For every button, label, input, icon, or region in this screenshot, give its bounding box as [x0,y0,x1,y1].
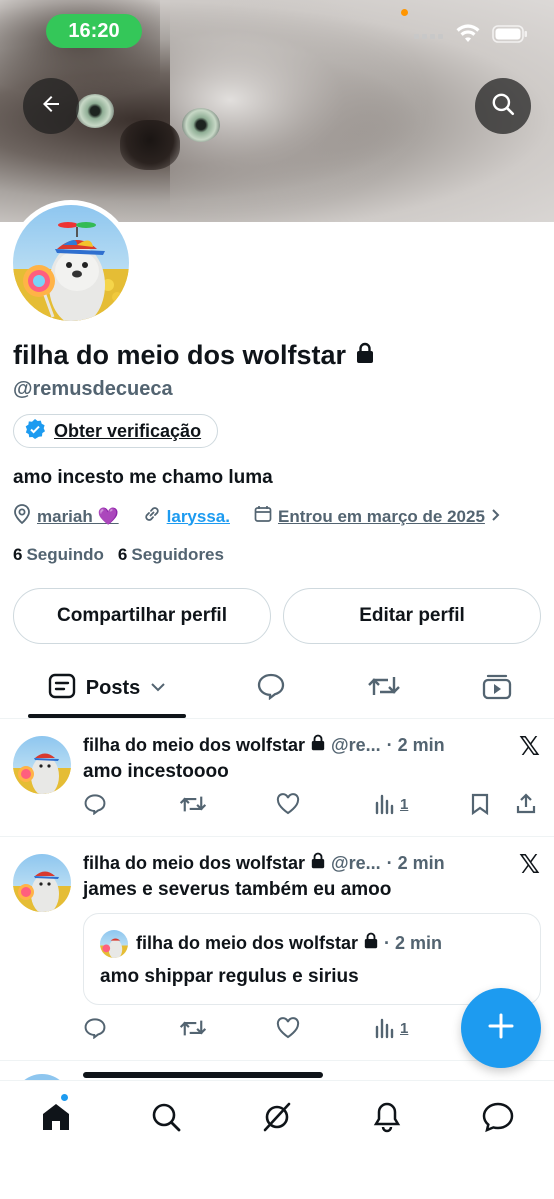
quoted-timestamp: · 2 min [384,932,443,953]
location-pin-icon [13,504,31,529]
battery-icon [492,25,528,48]
cat-nose [120,120,180,170]
tab-replies[interactable] [246,660,296,716]
x-logo-icon: 𝕏 [519,731,540,761]
post-timestamp[interactable]: · 2 min [387,735,445,756]
views-count: 1 [400,795,409,813]
post-author-avatar[interactable] [13,854,71,912]
bell-icon [371,1101,403,1138]
profile-name: filha do meio dos wolfstar [13,340,347,370]
arrow-left-icon [39,92,63,121]
post-item[interactable]: filha do meio dos wolfstar @re... · 2 mi… [0,719,554,837]
post-author-name[interactable]: filha do meio dos wolfstar [83,735,305,756]
quoted-post[interactable]: filha do meio dos wolfstar · 2 min amo s… [83,913,541,1005]
followers-stat[interactable]: 6 Seguidores [118,545,224,565]
profile-website-link[interactable]: laryssa. [167,507,230,527]
get-verified-label: Obter verificação [54,420,202,441]
nav-search[interactable] [142,1095,190,1143]
post-author-handle[interactable]: @re... [331,735,381,756]
post-header: filha do meio dos wolfstar @re... · 2 mi… [83,734,445,756]
follow-stats: 6 Seguindo 6 Seguidores [13,545,224,565]
media-video-icon [482,672,512,705]
reply-button[interactable] [83,793,107,815]
tab-posts[interactable]: Posts [28,660,186,716]
like-button[interactable] [276,793,300,815]
cat-eye-right [182,108,220,142]
verified-badge-icon [24,418,46,445]
messages-bubble-icon [481,1101,515,1138]
bookmark-button[interactable] [470,793,490,815]
post-header: filha do meio dos wolfstar @re... · 2 mi… [83,852,445,874]
profile-tabs: Posts [0,660,554,718]
views-count: 1 [400,1019,409,1037]
post-author-name[interactable]: filha do meio dos wolfstar [83,853,305,874]
post-author-handle[interactable]: @re... [331,853,381,874]
profile-bio: amo incesto me chamo luma [13,467,273,488]
post-actions: 1 [83,793,543,819]
profile-joined-date[interactable]: Entrou em março de 2025 [278,507,485,527]
quoted-author-avatar [100,930,128,958]
share-button[interactable] [515,793,537,815]
views-button[interactable]: 1 [374,793,408,815]
lock-icon [364,932,378,954]
like-button[interactable] [276,1017,300,1039]
nav-notifications[interactable] [363,1095,411,1143]
post-timestamp[interactable]: · 2 min [387,853,445,874]
seal-avatar-illustration [13,222,129,321]
tab-posts-label: Posts [85,676,141,699]
back-button[interactable] [23,78,79,134]
chevron-down-icon [150,679,166,697]
nav-messages[interactable] [474,1095,522,1143]
reply-bubble-icon [256,672,286,705]
calendar-icon [254,505,272,528]
next-post-peek [0,1060,554,1082]
x-logo-icon: 𝕏 [519,849,540,879]
nav-home[interactable] [32,1095,80,1143]
search-icon [150,1101,182,1138]
share-profile-button[interactable]: Compartilhar perfil [13,588,271,644]
tab-reposts[interactable] [359,660,409,716]
status-time: 16:20 [46,14,142,48]
lock-icon [311,734,325,756]
profile-meta: mariah 💜 laryssa. Entrou em março de 202… [13,504,501,529]
status-icons [414,24,528,49]
privacy-indicator-dot [401,9,408,16]
profile-handle: @remusdecueca [13,378,173,400]
quoted-text: amo shippar regulus e sirius [100,966,359,987]
get-verified-button[interactable]: Obter verificação [13,414,219,448]
posts-tab-icon [48,673,76,704]
reply-button[interactable] [83,1017,107,1039]
quoted-author-name: filha do meio dos wolfstar [136,932,359,953]
profile-location[interactable]: mariah 💜 [37,507,119,527]
following-stat[interactable]: 6 Seguindo [13,545,104,565]
post-text: james e severus também eu amoo [83,879,392,900]
signal-icon [414,28,444,46]
tab-media[interactable] [472,660,522,716]
nav-grok[interactable] [253,1095,301,1143]
cat-eye-left [76,94,114,128]
link-icon [143,505,161,528]
search-icon [490,91,516,122]
home-icon [40,1101,72,1138]
chevron-right-icon[interactable] [491,507,501,527]
lock-icon [311,852,325,874]
edit-profile-button[interactable]: Editar perfil [283,588,541,644]
post-author-avatar[interactable] [13,736,71,794]
compose-post-button[interactable] [461,988,541,1068]
bottom-navigation [0,1080,554,1199]
home-notification-dot [60,1093,69,1102]
repost-icon [367,673,401,704]
grok-icon [260,1100,294,1139]
search-button[interactable] [475,78,531,134]
profile-name-row: filha do meio dos wolfstar [13,340,374,371]
wifi-icon [456,24,480,49]
post-text: amo incestoooo [83,761,229,782]
repost-button[interactable] [179,793,207,815]
plus-icon [486,1011,516,1046]
lock-icon [356,340,374,371]
profile-avatar[interactable] [8,200,134,326]
quoted-header: filha do meio dos wolfstar · 2 min [136,932,442,954]
repost-button[interactable] [179,1017,207,1039]
views-button[interactable]: 1 [374,1017,408,1039]
